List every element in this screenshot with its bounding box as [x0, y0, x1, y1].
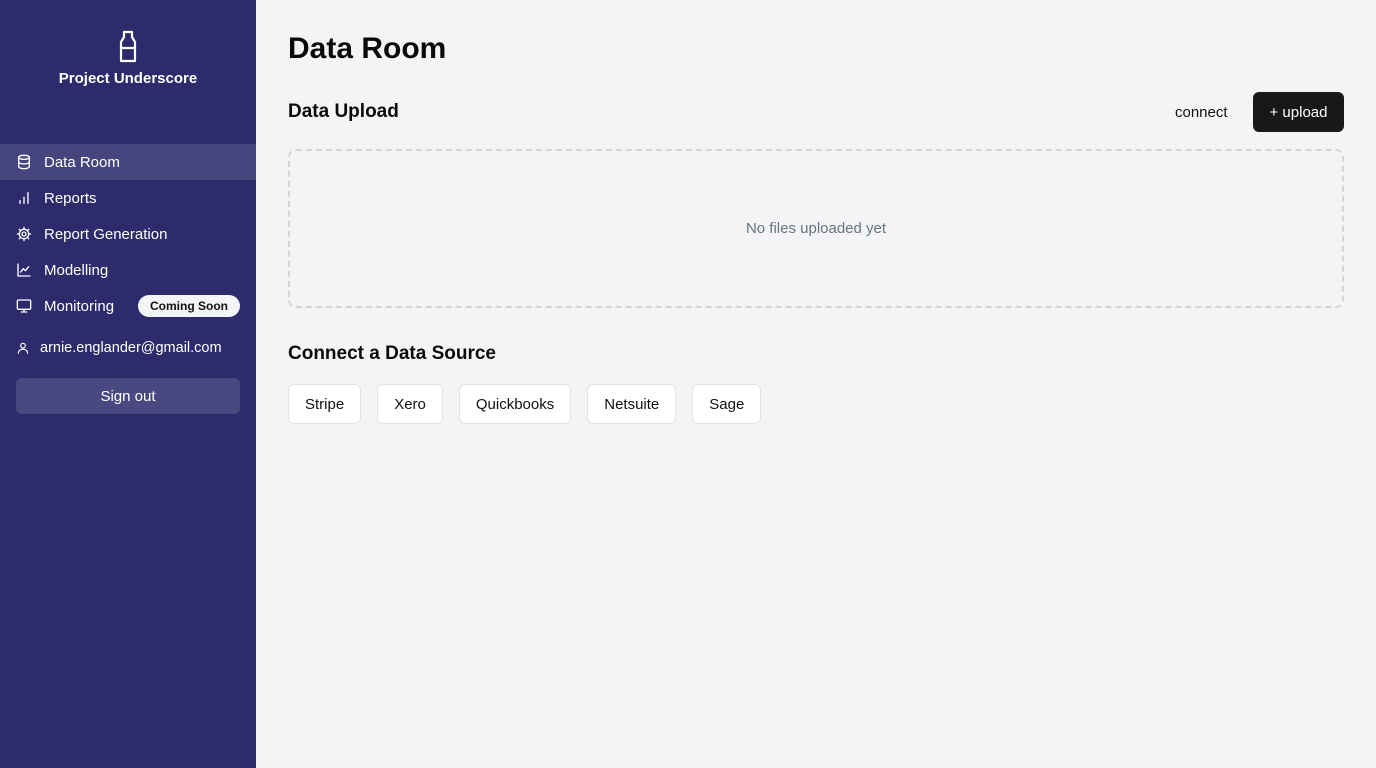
sidebar-item-label: Modelling	[44, 261, 109, 279]
sidebar-item-data-room[interactable]: Data Room	[0, 144, 256, 180]
upload-dropzone[interactable]: No files uploaded yet	[288, 149, 1344, 308]
sign-out-button[interactable]: Sign out	[16, 378, 240, 414]
bottle-icon	[116, 30, 140, 64]
upload-button[interactable]: + upload	[1253, 92, 1344, 132]
data-upload-title: Data Upload	[288, 101, 399, 122]
sidebar-item-modelling[interactable]: Modelling	[0, 252, 256, 288]
connect-button[interactable]: connect	[1161, 92, 1242, 132]
brand: Project Underscore	[0, 30, 256, 87]
coming-soon-badge: Coming Soon	[138, 295, 240, 317]
gear-icon	[16, 226, 32, 242]
database-icon	[16, 154, 32, 170]
bar-chart-icon	[16, 190, 32, 206]
line-chart-icon	[16, 262, 32, 278]
monitor-icon	[16, 298, 32, 314]
connect-source-title: Connect a Data Source	[288, 343, 496, 364]
sidebar: Project Underscore Data Room Reports Rep…	[0, 0, 256, 768]
main-content: Data Room Data Upload connect + upload N…	[256, 0, 1376, 768]
app: Project Underscore Data Room Reports Rep…	[0, 0, 1376, 768]
sidebar-item-label: Reports	[44, 189, 97, 207]
user-email: arnie.englander@gmail.com	[40, 340, 222, 356]
sidebar-item-monitoring[interactable]: Monitoring Coming Soon	[0, 288, 256, 324]
page-title: Data Room	[288, 32, 447, 65]
sidebar-item-label: Monitoring	[44, 297, 115, 315]
sidebar-item-reports[interactable]: Reports	[0, 180, 256, 216]
user-icon	[16, 341, 30, 355]
sidebar-nav: Data Room Reports Report Generation Mode…	[0, 144, 256, 324]
source-netsuite-button[interactable]: Netsuite	[587, 384, 677, 424]
brand-name: Project Underscore	[58, 70, 198, 87]
source-sage-button[interactable]: Sage	[692, 384, 762, 424]
sidebar-item-label: Data Room	[44, 153, 120, 171]
sidebar-item-label: Report Generation	[44, 225, 168, 243]
empty-state-text: No files uploaded yet	[745, 220, 887, 237]
user-info: arnie.englander@gmail.com	[16, 340, 222, 356]
source-xero-button[interactable]: Xero	[377, 384, 443, 424]
data-source-list: Stripe Xero Quickbooks Netsuite Sage	[288, 384, 762, 424]
source-stripe-button[interactable]: Stripe	[288, 384, 362, 424]
sidebar-item-report-generation[interactable]: Report Generation	[0, 216, 256, 252]
source-quickbooks-button[interactable]: Quickbooks	[458, 384, 572, 424]
